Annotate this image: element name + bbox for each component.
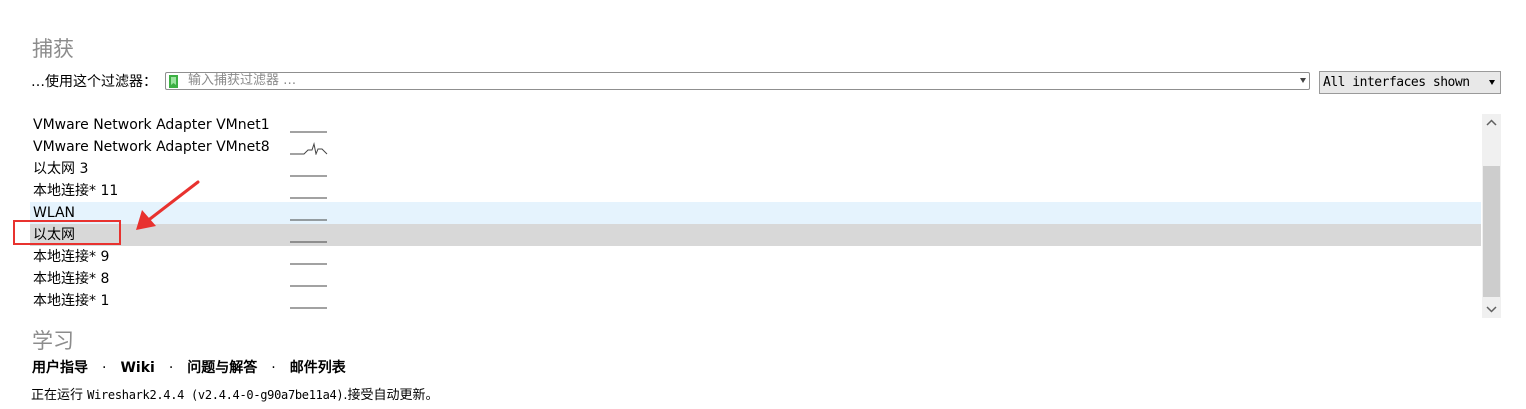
interfaces-shown-value: All interfaces shown <box>1323 75 1470 90</box>
chevron-down-icon[interactable] <box>1489 80 1495 85</box>
interface-row[interactable]: VMware Network Adapter VMnet8 <box>30 136 1481 158</box>
sparkline-icon <box>290 285 327 287</box>
interface-list-scrollbar[interactable] <box>1482 114 1501 318</box>
interface-list[interactable]: VMware Network Adapter VMnet1 VMware Net… <box>30 114 1482 316</box>
interface-name: 以太网 3 <box>33 161 89 177</box>
version-status: 正在运行 Wireshark2.4.4 (v2.4.4-0-g90a7be11a… <box>31 386 439 405</box>
interface-name: 本地连接* 11 <box>33 183 119 199</box>
link-separator: · <box>271 360 276 376</box>
interface-row[interactable]: VMware Network Adapter VMnet1 <box>30 114 1481 136</box>
sparkline-icon <box>290 142 328 155</box>
sparkline-icon <box>290 131 327 133</box>
sparkline-icon <box>290 175 327 177</box>
learn-links: 用户指导 · Wiki · 问题与解答 · 邮件列表 <box>32 359 346 377</box>
user-guide-link[interactable]: 用户指导 <box>32 360 88 376</box>
status-prefix: 正在运行 <box>31 388 88 403</box>
interface-name: 本地连接* 8 <box>33 271 110 287</box>
interface-row[interactable]: 以太网 3 <box>30 158 1481 180</box>
capture-filter-placeholder: 输入捕获过滤器 … <box>188 73 297 88</box>
interface-row[interactable]: 本地连接* 8 <box>30 268 1481 290</box>
link-separator: · <box>168 360 174 376</box>
interfaces-shown-select[interactable]: All interfaces shown <box>1319 71 1501 94</box>
interface-row[interactable]: 本地连接* 9 <box>30 246 1481 268</box>
interface-row[interactable]: 本地连接* 1 <box>30 290 1481 312</box>
mailing-list-link[interactable]: 邮件列表 <box>290 360 346 376</box>
learn-section-title: 学习 <box>32 329 74 353</box>
capture-section-title: 捕获 <box>32 37 74 61</box>
wiki-link[interactable]: Wiki <box>120 360 154 376</box>
interface-name: 本地连接* 1 <box>33 293 110 309</box>
faq-link[interactable]: 问题与解答 <box>187 360 257 376</box>
annotation-arrow-icon <box>136 180 200 230</box>
sparkline-icon <box>290 197 327 199</box>
status-version: Wireshark2.4.4 (v2.4.4-0-g90a7be11a4) <box>87 388 344 402</box>
link-separator: · <box>102 360 107 376</box>
capture-filter-label: …使用这个过滤器： <box>31 74 157 90</box>
capture-filter-input[interactable]: 输入捕获过滤器 … <box>165 72 1310 90</box>
interface-name: VMware Network Adapter VMnet8 <box>33 139 270 155</box>
interface-row-selected[interactable]: 以太网 <box>30 224 1481 246</box>
sparkline-icon <box>290 219 327 221</box>
sparkline-icon <box>290 307 327 309</box>
sparkline-icon <box>290 241 327 243</box>
scrollbar-thumb[interactable] <box>1483 166 1500 297</box>
chevron-down-icon[interactable] <box>1482 300 1501 318</box>
filter-history-dropdown-icon[interactable] <box>1300 78 1306 83</box>
status-suffix: .接受自动更新。 <box>343 388 439 403</box>
chevron-up-icon[interactable] <box>1482 114 1501 132</box>
interface-name: 本地连接* 9 <box>33 249 110 265</box>
annotation-highlight-box <box>13 220 121 245</box>
bookmark-icon[interactable] <box>169 75 178 88</box>
interface-row[interactable]: 本地连接* 11 <box>30 180 1481 202</box>
interface-name: VMware Network Adapter VMnet1 <box>33 117 270 133</box>
sparkline-icon <box>290 263 327 265</box>
interface-row-hover[interactable]: WLAN <box>30 202 1481 224</box>
